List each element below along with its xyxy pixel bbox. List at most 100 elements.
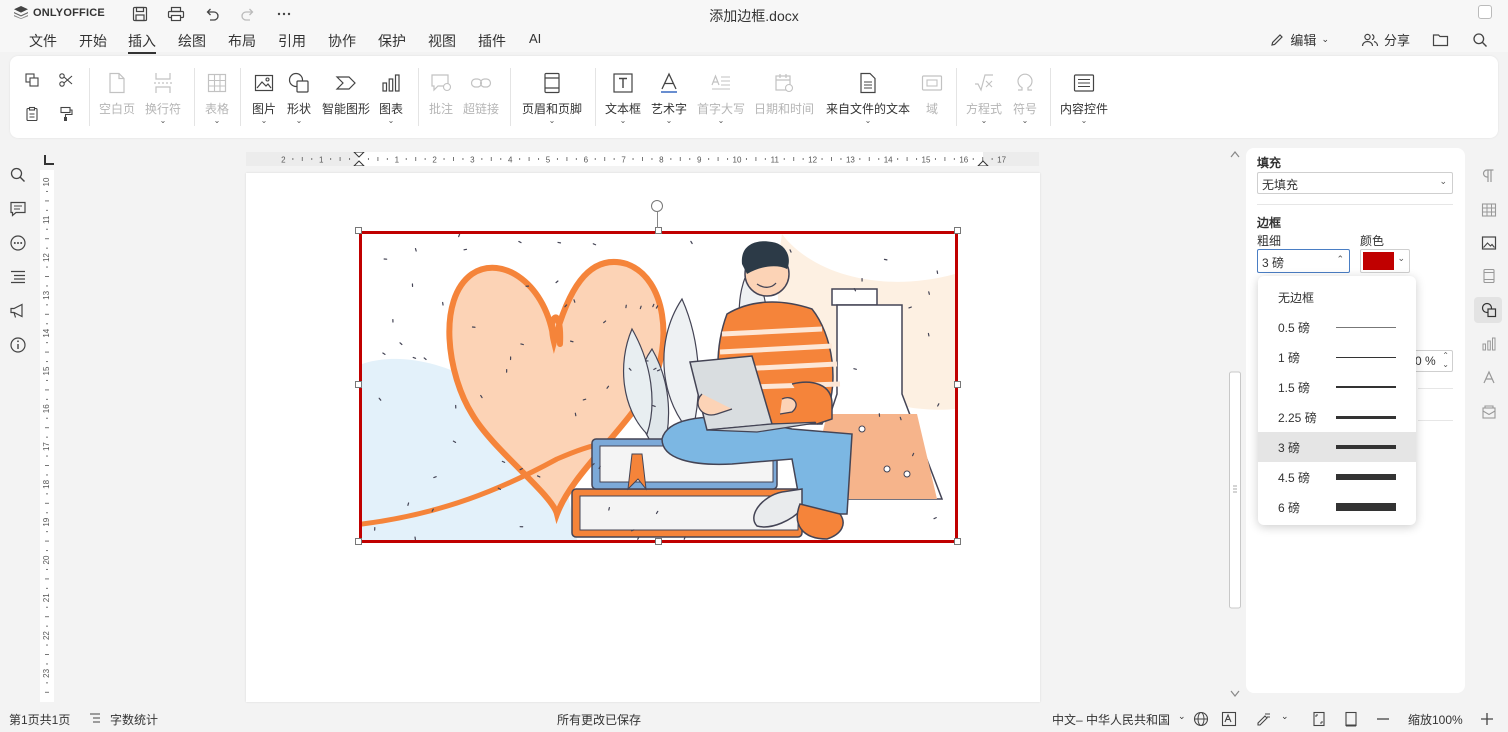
border-size-option[interactable]: 1 磅 xyxy=(1258,342,1416,372)
selected-picture[interactable] xyxy=(359,231,958,543)
spellcheck-icon[interactable] xyxy=(1221,711,1237,727)
hyperlink-button[interactable]: 超链接 xyxy=(462,68,500,117)
comments-icon[interactable] xyxy=(9,200,27,218)
redo-button[interactable] xyxy=(236,3,260,25)
equation-button[interactable]: 方程式 ⌄ xyxy=(965,68,1003,125)
zoom-level[interactable]: 缩放100% xyxy=(1408,711,1463,728)
comment-button[interactable]: 批注 xyxy=(428,68,454,117)
border-size-option-none[interactable]: 无边框 xyxy=(1258,282,1416,312)
resize-handle[interactable] xyxy=(954,538,961,545)
textbox-button[interactable]: 文本框 ⌄ xyxy=(604,68,642,125)
window-control-button[interactable] xyxy=(1478,5,1492,19)
rotate-handle[interactable] xyxy=(651,200,663,212)
resize-handle[interactable] xyxy=(655,227,662,234)
shape-settings-icon[interactable] xyxy=(1481,302,1497,318)
copy-icon[interactable] xyxy=(24,72,40,88)
header-footer-settings-icon[interactable] xyxy=(1481,268,1497,284)
shape-button[interactable]: 形状 ⌄ xyxy=(286,68,312,125)
ruler-corner-tab[interactable] xyxy=(44,155,54,165)
border-color-button[interactable]: ⌄ xyxy=(1360,249,1410,273)
border-size-select[interactable]: 3 磅 ⌃ xyxy=(1257,249,1350,273)
scroll-up-icon[interactable] xyxy=(1230,151,1240,158)
scroll-thumb[interactable] xyxy=(1229,371,1241,609)
fit-width-icon[interactable] xyxy=(1344,711,1358,727)
globe-icon[interactable] xyxy=(1193,711,1209,727)
border-size-option[interactable]: 2.25 磅 xyxy=(1258,402,1416,432)
zoom-in-icon[interactable] xyxy=(1480,712,1494,726)
paragraph-settings-icon[interactable] xyxy=(1481,168,1497,184)
paste-icon[interactable] xyxy=(24,106,40,122)
scroll-down-icon[interactable] xyxy=(1230,690,1240,697)
vertical-ruler[interactable]: 10 11 12 13 14 15 16 17 18 19 20 21 22 23 xyxy=(40,170,54,702)
resize-handle[interactable] xyxy=(954,227,961,234)
word-count-button[interactable]: 字数统计 xyxy=(110,711,158,728)
cut-icon[interactable] xyxy=(58,72,74,88)
blank-page-button[interactable]: 空白页 xyxy=(98,68,136,117)
resize-handle[interactable] xyxy=(355,227,362,234)
break-button[interactable]: 换行符 ⌄ xyxy=(144,68,182,125)
border-size-option[interactable]: 6 磅 xyxy=(1258,492,1416,522)
tab-home[interactable]: 开始 xyxy=(79,31,107,51)
tab-protection[interactable]: 保护 xyxy=(378,31,406,51)
chat-icon[interactable] xyxy=(9,234,27,252)
textart-settings-icon[interactable] xyxy=(1481,370,1497,386)
datetime-button[interactable]: 日期和时间 xyxy=(752,68,816,117)
tab-view[interactable]: 视图 xyxy=(428,31,456,51)
resize-handle[interactable] xyxy=(355,381,362,388)
opacity-input[interactable]: 0 % ⌃ ⌄ xyxy=(1412,350,1453,372)
more-button[interactable] xyxy=(272,3,296,25)
search-icon[interactable] xyxy=(9,166,27,184)
feedback-icon[interactable] xyxy=(9,302,27,320)
fill-type-select[interactable]: 无填充 ⌄ xyxy=(1257,172,1453,194)
fit-page-icon[interactable] xyxy=(1312,711,1326,727)
dropcap-button[interactable]: 首字大写 ⌄ xyxy=(696,68,746,125)
navigation-icon[interactable] xyxy=(9,268,27,286)
border-size-option-selected[interactable]: 3 磅 xyxy=(1258,432,1416,462)
tab-ai[interactable]: AI xyxy=(529,31,541,46)
tab-draw[interactable]: 绘图 xyxy=(178,31,206,51)
field-button[interactable]: 域 xyxy=(920,68,944,117)
chart-button[interactable]: 图表 ⌄ xyxy=(378,68,404,125)
table-button[interactable]: 表格 ⌄ xyxy=(204,68,230,125)
tab-references[interactable]: 引用 xyxy=(278,31,306,51)
language-select[interactable]: 中文– 中华人民共和国 xyxy=(1052,711,1170,728)
image-button[interactable]: 图片 ⌄ xyxy=(251,68,277,125)
zoom-out-icon[interactable] xyxy=(1376,712,1390,726)
content-controls-button[interactable]: 内容控件 ⌄ xyxy=(1058,68,1110,125)
resize-handle[interactable] xyxy=(954,381,961,388)
tab-layout[interactable]: 布局 xyxy=(228,31,256,51)
search-button[interactable] xyxy=(1472,32,1488,48)
info-icon[interactable] xyxy=(9,336,27,354)
page-info[interactable]: 第1页共1页 xyxy=(9,711,70,728)
edit-mode-button[interactable]: 编辑 ⌄ xyxy=(1269,30,1329,49)
undo-button[interactable] xyxy=(200,3,224,25)
resize-handle[interactable] xyxy=(355,538,362,545)
format-painter-icon[interactable] xyxy=(58,106,74,122)
text-from-file-button[interactable]: 来自文件的文本 ⌄ xyxy=(824,68,912,125)
tab-insert[interactable]: 插入 xyxy=(128,31,156,54)
vertical-scrollbar[interactable] xyxy=(1228,148,1242,702)
tab-file[interactable]: 文件 xyxy=(29,31,57,51)
share-button[interactable]: 分享 xyxy=(1361,30,1410,49)
smartart-button[interactable]: 智能图形 xyxy=(320,68,372,117)
mail-merge-icon[interactable] xyxy=(1481,404,1497,420)
image-settings-icon[interactable] xyxy=(1481,235,1497,251)
tab-collaboration[interactable]: 协作 xyxy=(328,31,356,51)
resize-handle[interactable] xyxy=(655,538,662,545)
header-footer-button[interactable]: 页眉和页脚 ⌄ xyxy=(520,68,584,125)
symbol-button[interactable]: 符号 ⌄ xyxy=(1012,68,1038,125)
track-changes-icon[interactable] xyxy=(1256,711,1272,727)
save-button[interactable] xyxy=(128,3,152,25)
tab-plugins[interactable]: 插件 xyxy=(478,31,506,51)
print-button[interactable] xyxy=(164,3,188,25)
border-size-option[interactable]: 4.5 磅 xyxy=(1258,462,1416,492)
textart-button[interactable]: 艺术字 ⌄ xyxy=(650,68,688,125)
chart-settings-icon[interactable] xyxy=(1481,336,1497,352)
table-settings-icon[interactable] xyxy=(1481,202,1497,218)
stepper-icon[interactable]: ⌃ ⌄ xyxy=(1442,351,1449,369)
border-size-option[interactable]: 0.5 磅 xyxy=(1258,312,1416,342)
open-location-button[interactable] xyxy=(1432,32,1450,48)
horizontal-ruler[interactable]: 2 1 1 2 3 4 5 6 7 8 9 10 11 12 13 14 15 16 17 xyxy=(246,152,1039,166)
table-label: 表格 xyxy=(204,102,229,116)
border-size-option[interactable]: 1.5 磅 xyxy=(1258,372,1416,402)
